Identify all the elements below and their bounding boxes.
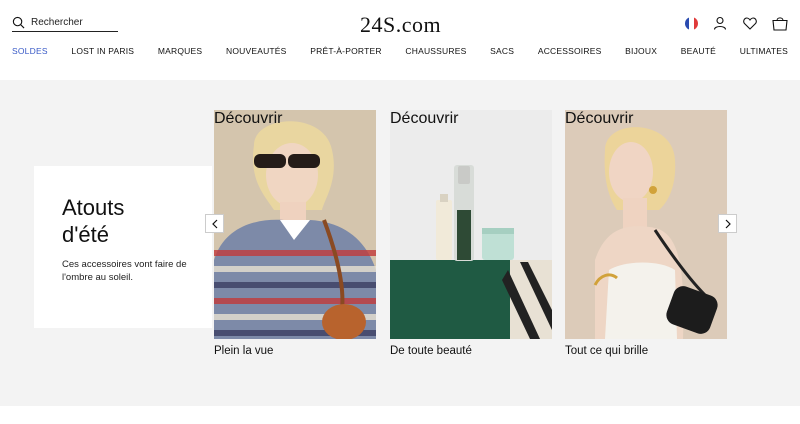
card-image-2[interactable] xyxy=(390,110,552,339)
card-title-3[interactable]: Tout ce qui brille xyxy=(565,345,727,357)
card-image-3[interactable] xyxy=(565,110,727,339)
product-card-3[interactable]: Tout ce qui brille xyxy=(565,110,727,357)
shopping-bag-icon[interactable] xyxy=(772,15,788,31)
promo-title: Atouts d'été xyxy=(62,195,125,247)
chevron-right-icon xyxy=(725,219,731,228)
nav-pret-a-porter[interactable]: PRÊT-À-PORTER xyxy=(310,46,381,56)
card-title-2[interactable]: De toute beauté xyxy=(390,345,552,357)
search-icon[interactable] xyxy=(12,16,25,29)
carousel-prev-button[interactable] xyxy=(205,214,224,233)
france-flag-icon[interactable] xyxy=(685,16,698,30)
promo-box: Atouts d'été Ces accessoires vont faire d… xyxy=(34,166,212,328)
card-title-1[interactable]: Plein la vue xyxy=(214,345,376,357)
nav-lost-in-paris[interactable]: LOST IN PARIS xyxy=(71,46,134,56)
nav-marques[interactable]: MARQUES xyxy=(158,46,202,56)
site-logo[interactable]: 24S.com xyxy=(360,12,441,38)
discover-link-2[interactable]: Découvrir xyxy=(390,110,458,128)
carousel-next-button[interactable] xyxy=(718,214,737,233)
discover-link-1[interactable]: Découvrir xyxy=(214,110,282,128)
card-image-1[interactable] xyxy=(214,110,376,339)
nav-soldes[interactable]: SOLDES xyxy=(12,46,48,56)
chevron-left-icon xyxy=(211,219,217,228)
search-input[interactable] xyxy=(31,17,113,28)
header-actions xyxy=(685,15,788,31)
heart-icon[interactable] xyxy=(742,15,758,31)
nav-sacs[interactable]: SACS xyxy=(490,46,514,56)
nav-accessoires[interactable]: ACCESSOIRES xyxy=(538,46,602,56)
nav-nouveautes[interactable]: NOUVEAUTÉS xyxy=(226,46,287,56)
product-card-2[interactable]: De toute beauté xyxy=(390,110,552,357)
nav-bijoux[interactable]: BIJOUX xyxy=(625,46,657,56)
nav-ultimates[interactable]: ULTIMATES xyxy=(740,46,788,56)
user-icon[interactable] xyxy=(712,15,728,31)
main-nav: SOLDES LOST IN PARIS MARQUES NOUVEAUTÉS … xyxy=(0,46,800,56)
nav-chaussures[interactable]: CHAUSSURES xyxy=(405,46,466,56)
discover-link-3[interactable]: Découvrir xyxy=(565,110,633,128)
promo-text: Ces accessoires vont faire de l'ombre au… xyxy=(62,259,187,283)
product-card-1[interactable]: Plein la vue xyxy=(214,110,376,357)
header: 24S.com SOLDES LOST IN PARIS MARQUES NO xyxy=(0,0,800,76)
search-bar[interactable] xyxy=(12,14,118,32)
nav-beaute[interactable]: BEAUTÉ xyxy=(681,46,716,56)
